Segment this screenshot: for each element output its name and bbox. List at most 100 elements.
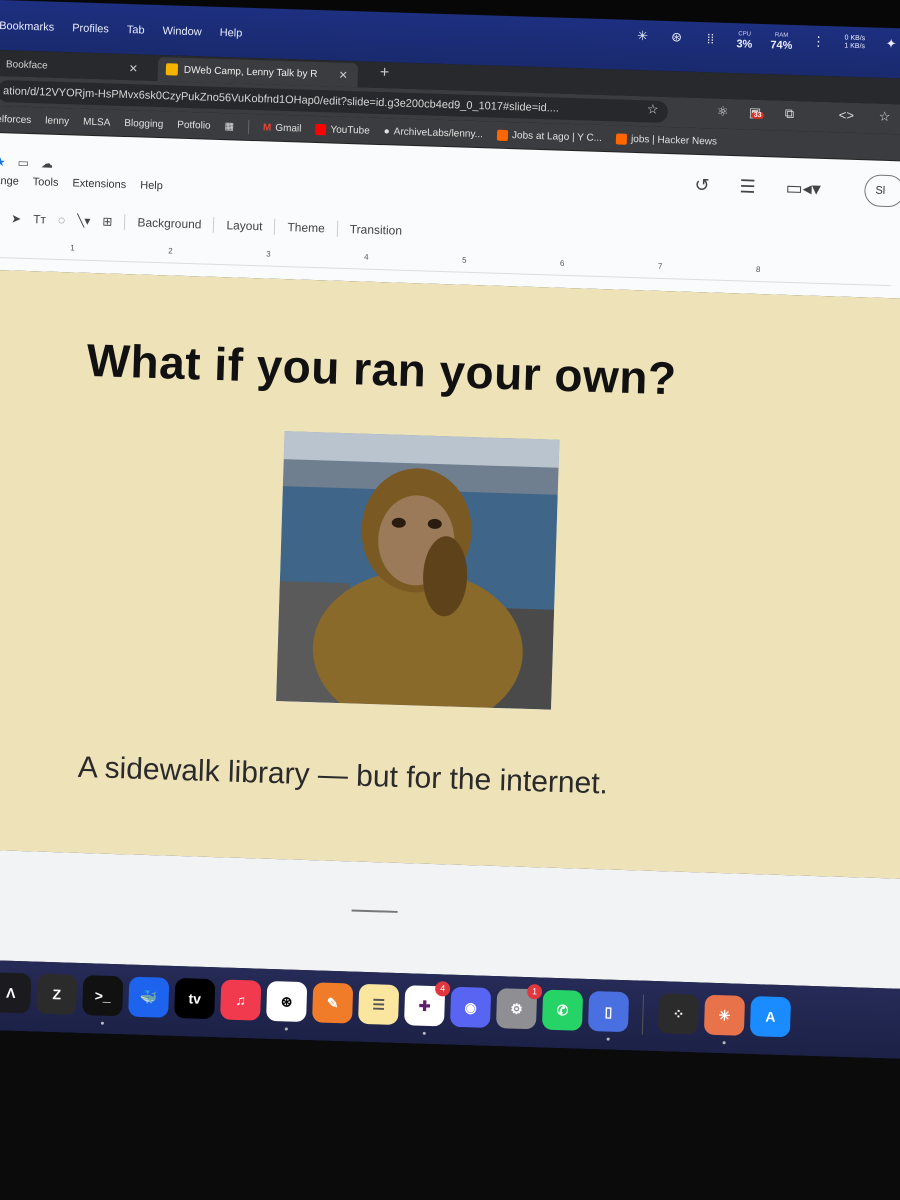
bookmark-gmail[interactable]: M Gmail [263, 122, 302, 134]
docker-icon[interactable]: 🐳 [128, 976, 170, 1018]
star-icon[interactable]: ★ [0, 155, 6, 169]
bookmark-label: Jobs at Lago | Y C... [511, 129, 603, 144]
claude-icon[interactable]: ✳ [703, 994, 746, 1036]
divider [247, 119, 250, 134]
screen: Bookmarks Profiles Tab Window Help ✳ ⊛ ⁞… [0, 0, 900, 1200]
whatsapp-icon[interactable]: ✆ [541, 989, 584, 1031]
pin-star-icon[interactable]: ☆ [879, 109, 891, 125]
dock-divider [641, 994, 645, 1035]
menu-arrange[interactable]: ange [0, 175, 19, 188]
sparkle-icon[interactable]: ✳ [634, 28, 650, 44]
bookmark-item[interactable]: MLSA [83, 116, 111, 128]
terminal-icon[interactable]: >_ [82, 975, 124, 1017]
insert-comment-icon[interactable]: ⊞ [102, 214, 112, 228]
menu-extensions[interactable]: Extensions [72, 177, 126, 191]
ruler-tick: 4 [363, 252, 369, 262]
chatgpt-tray-icon[interactable]: ⊛ [668, 29, 684, 45]
tab-label: DWeb Camp, Lenny Talk by R [183, 64, 318, 80]
tv-label: tv [188, 990, 202, 1007]
doc-title-icons: ★ ▭ ☁ [0, 155, 53, 171]
cpu-value: 3% [736, 38, 753, 51]
divider [336, 220, 339, 237]
bookmark-star-icon[interactable]: ☆ [647, 101, 659, 117]
layout-button[interactable]: Layout [226, 218, 262, 233]
bookmark-item[interactable]: elforces [0, 113, 31, 125]
bookmark-github[interactable]: ● ArchiveLabs/lenny... [384, 126, 484, 140]
gmail-icon: M [262, 121, 272, 134]
tab-label: Bookface [5, 58, 48, 72]
laptop-bezel [0, 1028, 900, 1200]
close-icon[interactable]: ✕ [338, 68, 348, 81]
bookmark-hn-jobs[interactable]: jobs | Hacker News [615, 132, 717, 147]
slides-favicon-icon [165, 63, 179, 76]
background-button[interactable]: Background [137, 215, 201, 231]
notes-drag-handle[interactable] [351, 909, 398, 913]
code-icon[interactable]: <> [839, 107, 855, 122]
ruler-tick: 8 [755, 264, 761, 275]
status-tray: ✳ ⊛ ⁞⁞ CPU 3% RAM 74% ⋮ 0 KB/s 1 KB/s ✦ [634, 26, 899, 54]
notes-icon[interactable]: ☰ [358, 983, 400, 1026]
bookmark-item[interactable]: Potfolio [177, 119, 211, 131]
meet-camera-icon[interactable]: ▭◂▾ [785, 178, 821, 200]
theme-button[interactable]: Theme [287, 220, 325, 235]
bookmark-item[interactable]: lenny [45, 115, 69, 127]
divider [124, 214, 126, 231]
discord-icon[interactable]: ◉ [449, 986, 492, 1028]
pencil-icon[interactable]: ✎ [312, 982, 354, 1024]
menu-profiles[interactable]: Profiles [72, 22, 109, 35]
select-cursor-icon[interactable]: ➤ [11, 211, 21, 225]
bookmark-youtube[interactable]: YouTube [315, 123, 370, 136]
line-icon[interactable]: ╲▾ [77, 214, 91, 228]
slideshow-button[interactable]: Sl [863, 174, 900, 208]
qr-icon[interactable]: ▦ [224, 121, 234, 132]
network-icon[interactable]: ⋮ [810, 33, 826, 49]
history-icon[interactable]: ↺ [694, 175, 710, 196]
menu-window[interactable]: Window [162, 25, 201, 38]
move-folder-icon[interactable]: ▭ [17, 156, 29, 170]
grid-dots-icon[interactable]: ⁞⁞ [702, 30, 718, 46]
music-icon[interactable]: ♫ [220, 979, 262, 1021]
settings-badge: 1 [526, 984, 543, 1000]
shape-icon[interactable]: ◌ [58, 213, 66, 227]
menu-help[interactable]: Help [140, 179, 163, 192]
text-box-icon[interactable]: Tт [33, 212, 46, 226]
close-icon[interactable]: ✕ [129, 62, 139, 75]
app-store-icon[interactable]: A [749, 996, 792, 1038]
sparkle-menu-icon[interactable]: ✦ [883, 36, 899, 52]
thinking-monkey-photo[interactable] [276, 431, 560, 710]
cpu-meter[interactable]: CPU 3% [736, 29, 753, 51]
chatgpt-icon[interactable]: ⊛ [266, 980, 308, 1023]
photo-of-laptop-screen: Bookmarks Profiles Tab Window Help ✳ ⊛ ⁞… [0, 0, 900, 1200]
ram-meter[interactable]: RAM 74% [770, 30, 793, 52]
menu-bookmarks[interactable]: Bookmarks [0, 20, 54, 34]
menu-tools[interactable]: Tools [33, 176, 59, 189]
slide-canvas[interactable]: What if you ran your own? A sidewalk lib… [0, 269, 900, 880]
puzzle-icon[interactable]: ⧉ [785, 106, 795, 122]
net-up: 1 KB/s [844, 42, 866, 51]
launchpad-icon[interactable]: ⁘ [657, 993, 700, 1035]
ram-value: 74% [770, 39, 793, 52]
bookmark-label: Gmail [275, 122, 302, 135]
github-icon: ● [383, 125, 390, 137]
arc-icon[interactable]: Λ [0, 972, 32, 1014]
slack-icon[interactable]: ✚ 4 [403, 981, 451, 1027]
bookmark-item[interactable]: Blogging [124, 117, 163, 129]
bookmark-yc-jobs[interactable]: Jobs at Lago | Y C... [496, 129, 603, 144]
apple-tv-icon[interactable]: tv [174, 977, 216, 1020]
simulator-icon[interactable]: ▯ [587, 990, 630, 1033]
slide-title[interactable]: What if you ran your own? [86, 333, 677, 406]
slide-caption[interactable]: A sidewalk library — but for the interne… [77, 751, 608, 802]
running-indicator [284, 1027, 288, 1031]
menu-help[interactable]: Help [219, 27, 242, 40]
cloud-saved-icon[interactable]: ☁ [41, 156, 53, 170]
transition-button[interactable]: Transition [350, 222, 403, 238]
network-speed[interactable]: 0 KB/s 1 KB/s [844, 35, 865, 52]
divider [213, 216, 215, 233]
menu-tab[interactable]: Tab [127, 24, 145, 37]
settings-icon[interactable]: ⚙ 1 [495, 984, 543, 1030]
atom-extension-icon[interactable]: ⚛ [717, 104, 729, 120]
new-tab-icon[interactable]: + [380, 64, 390, 82]
zed-icon[interactable]: Z [36, 973, 78, 1015]
comments-icon[interactable]: ☰ [739, 176, 756, 197]
menu-bar-menus: Bookmarks Profiles Tab Window Help [0, 20, 242, 40]
